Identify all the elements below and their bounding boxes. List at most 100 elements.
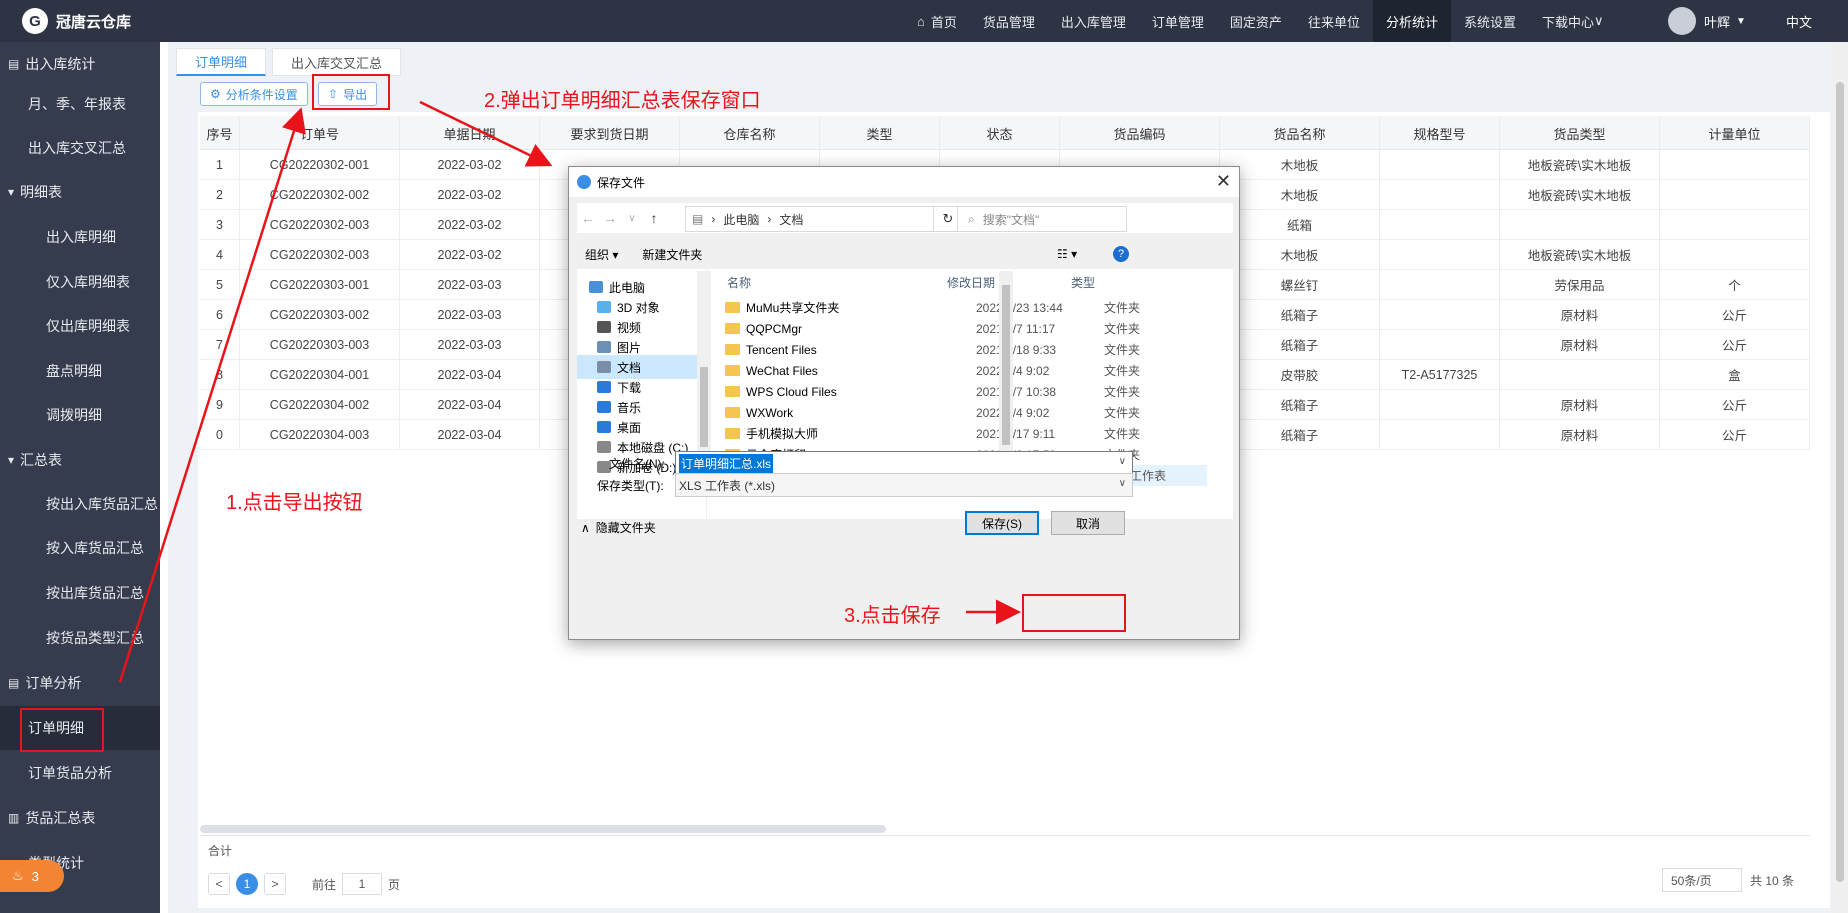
user-menu[interactable]: 叶辉 ▼ xyxy=(1668,0,1746,42)
language-switch[interactable]: 中文 xyxy=(1786,0,1812,42)
hide-folders-label: 隐藏文件夹 xyxy=(595,521,656,535)
top-bar: G 冠唐云仓库 ⌂ 首页 货品管理 出入库管理 订单管理 固定资产 往来单位 分析统计 系统设置… xyxy=(0,0,1848,42)
chevron-down-icon[interactable]: ∨ xyxy=(621,213,643,224)
sidebar-item-17[interactable]: ▥ 货品汇总表 xyxy=(0,796,160,840)
topnav-item-8[interactable]: 下载中心 ∨ xyxy=(1529,0,1617,42)
goto-page-input[interactable]: 1 xyxy=(342,873,383,895)
sidebar-item-4[interactable]: 出入库明细 xyxy=(0,215,160,259)
sidebar-item-7[interactable]: 盘点明细 xyxy=(0,349,160,393)
sidebar-item-16[interactable]: 订单货品分析 xyxy=(0,751,160,795)
file-row[interactable]: WXWork 2022/3/4 9:02 文件夹 xyxy=(719,402,1207,423)
close-icon[interactable]: ✕ xyxy=(1216,171,1231,192)
sidebar-item-6[interactable]: 仅出库明细表 xyxy=(0,304,160,348)
topnav-label: 分析统计 xyxy=(1385,14,1438,30)
filename-input[interactable]: 订单明细汇总.xls ∨ xyxy=(675,451,1133,475)
column-header[interactable]: 序号 xyxy=(200,116,240,150)
up-arrow-icon[interactable]: ↑ xyxy=(643,210,665,226)
file-row[interactable]: Tencent Files 2021/5/18 9:33 文件夹 xyxy=(719,339,1207,360)
topnav-label: 系统设置 xyxy=(1463,14,1516,30)
column-name[interactable]: 名称 xyxy=(727,271,751,293)
table-cell: 2 xyxy=(200,180,240,209)
tab-0[interactable]: 订单明细 xyxy=(176,48,267,76)
file-row[interactable]: 手机模拟大师 2021/5/17 9:11 文件夹 xyxy=(719,423,1207,444)
scrollbar-thumb[interactable] xyxy=(1836,82,1844,882)
table-cell: 木地板 xyxy=(1220,180,1380,209)
cancel-button[interactable]: 取消 xyxy=(1051,511,1125,535)
app-logo[interactable]: G 冠唐云仓库 xyxy=(0,0,168,42)
help-icon[interactable]: ? xyxy=(1113,246,1129,262)
notification-badge[interactable]: ♨ 3 xyxy=(0,860,64,892)
chevron-down-icon[interactable]: ∨ xyxy=(1119,456,1126,467)
sidebar-item-3[interactable]: ▾ 明细表 xyxy=(0,170,160,214)
file-date: 2022/3/4 9:02 xyxy=(976,363,1050,378)
back-arrow-icon[interactable]: ← xyxy=(577,210,599,226)
topnav-item-5[interactable]: 往来单位 xyxy=(1295,0,1373,42)
organize-button[interactable]: 组织 ▾ xyxy=(585,246,618,263)
topnav-item-2[interactable]: 出入库管理 xyxy=(1048,0,1139,42)
file-type: 文件夹 xyxy=(1104,385,1141,399)
column-header[interactable]: 状态 xyxy=(940,116,1060,150)
column-header[interactable]: 规格型号 xyxy=(1380,116,1500,150)
breadcrumb-this-pc[interactable]: 此电脑 xyxy=(723,211,759,228)
file-row[interactable]: MuMu共享文件夹 2022/2/23 13:44 文件夹 xyxy=(719,297,1207,318)
column-header[interactable]: 货品编码 xyxy=(1060,116,1220,150)
analysis-settings-button[interactable]: ⚙ 分析条件设置 xyxy=(200,82,308,106)
table-cell: 9 xyxy=(200,390,240,419)
scrollbar-thumb[interactable] xyxy=(700,367,708,447)
horizontal-scrollbar[interactable] xyxy=(200,825,886,833)
save-button[interactable]: 保存(S) xyxy=(965,511,1039,535)
filetype-select[interactable]: XLS 工作表 (*.xls) ∨ xyxy=(675,473,1133,497)
topnav-item-3[interactable]: 订单管理 xyxy=(1139,0,1217,42)
sidebar-item-label: 盘点明细 xyxy=(46,363,102,379)
sidebar-item-5[interactable]: 仅入库明细表 xyxy=(0,260,160,304)
table-cell: 3 xyxy=(200,210,240,239)
breadcrumb-documents[interactable]: 文档 xyxy=(779,211,803,228)
sidebar-item-1[interactable]: 月、季、年报表 xyxy=(0,82,160,126)
file-row[interactable]: WeChat Files 2022/3/4 9:02 文件夹 xyxy=(719,360,1207,381)
file-type: 文件夹 xyxy=(1104,406,1141,420)
sidebar-item-13[interactable]: 按货品类型汇总 xyxy=(0,616,160,660)
forward-arrow-icon[interactable]: → xyxy=(599,210,621,226)
sidebar-item-12[interactable]: 按出库货品汇总 xyxy=(0,571,160,615)
column-header[interactable]: 类型 xyxy=(820,116,940,150)
sidebar-item-8[interactable]: 调拨明细 xyxy=(0,393,160,437)
sidebar-item-14[interactable]: ▤ 订单分析 xyxy=(0,661,160,705)
hide-folders-toggle[interactable]: ∧ 隐藏文件夹 xyxy=(581,519,656,536)
topnav-item-1[interactable]: 货品管理 xyxy=(970,0,1048,42)
column-header[interactable]: 货品类型 xyxy=(1500,116,1660,150)
file-row[interactable]: QQPCMgr 2021/5/7 11:17 文件夹 xyxy=(719,318,1207,339)
topnav-item-0[interactable]: ⌂ 首页 xyxy=(904,0,970,42)
column-header[interactable]: 要求到货日期 xyxy=(540,116,680,150)
sidebar-item-10[interactable]: 按出入库货品汇总 xyxy=(0,482,160,526)
column-header[interactable]: 订单号 xyxy=(240,116,400,150)
column-header[interactable]: 货品名称 xyxy=(1220,116,1380,150)
topnav-item-6[interactable]: 分析统计 xyxy=(1372,0,1451,42)
column-header[interactable]: 计量单位 xyxy=(1660,116,1810,150)
file-row[interactable]: WPS Cloud Files 2021/5/7 10:38 文件夹 xyxy=(719,381,1207,402)
tab-1[interactable]: 出入库交叉汇总 xyxy=(272,48,402,76)
sidebar-item-2[interactable]: 出入库交叉汇总 xyxy=(0,126,160,170)
page-size-select[interactable]: 50条/页 xyxy=(1662,868,1742,892)
file-scrollbar[interactable] xyxy=(999,271,1013,461)
new-folder-button[interactable]: 新建文件夹 xyxy=(642,246,702,263)
sidebar-item-9[interactable]: ▾ 汇总表 xyxy=(0,438,160,482)
next-page-button[interactable]: > xyxy=(264,873,286,895)
topnav-item-7[interactable]: 系统设置 xyxy=(1451,0,1529,42)
nav-scrollbar[interactable] xyxy=(697,271,711,477)
analysis-settings-label: 分析条件设置 xyxy=(225,87,298,102)
column-header[interactable]: 仓库名称 xyxy=(680,116,820,150)
view-options-icon[interactable]: ☷ ▾ xyxy=(1057,247,1077,261)
table-cell xyxy=(1380,390,1500,419)
column-date[interactable]: 修改日期 xyxy=(947,271,995,293)
search-input[interactable]: ⌕ 搜索"文档" xyxy=(957,206,1127,232)
column-type[interactable]: 类型 xyxy=(1071,271,1095,293)
topnav-item-4[interactable]: 固定资产 xyxy=(1217,0,1295,42)
sidebar-item-11[interactable]: 按入库货品汇总 xyxy=(0,526,160,570)
scrollbar-thumb[interactable] xyxy=(1002,285,1010,445)
page-scrollbar[interactable] xyxy=(1832,42,1848,913)
table-cell: 公斤 xyxy=(1660,390,1810,419)
prev-page-button[interactable]: < xyxy=(208,873,230,895)
page-1-button[interactable]: 1 xyxy=(236,873,258,895)
sidebar-item-0[interactable]: ▤ 出入库统计 xyxy=(0,42,160,86)
column-header[interactable]: 单据日期 xyxy=(400,116,540,150)
